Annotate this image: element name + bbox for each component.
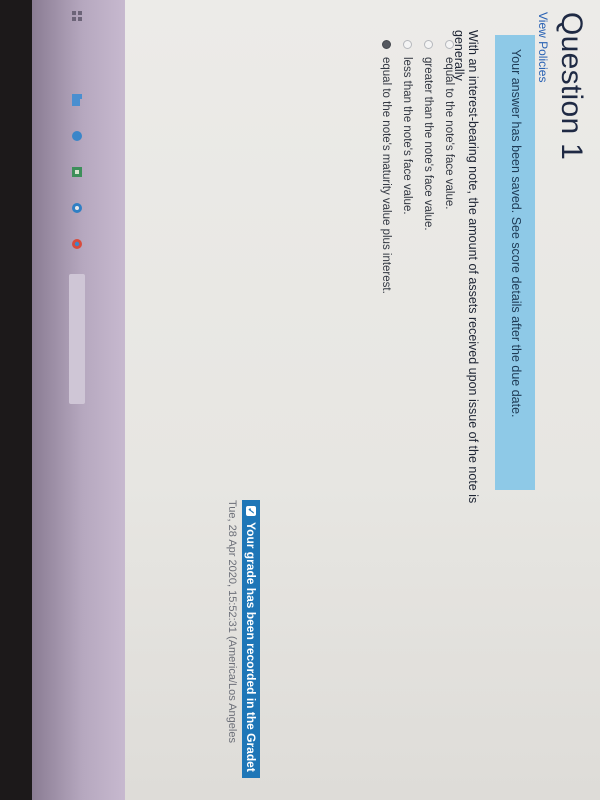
globe-icon[interactable] (71, 130, 83, 142)
radio-icon[interactable] (445, 40, 454, 49)
grade-timestamp: Tue, 28 Apr 2020, 15:52:31 (America/Los … (226, 500, 238, 743)
check-icon: ✓ (246, 506, 257, 516)
option-2[interactable]: greater than the note's face value. (418, 40, 439, 294)
saved-banner: Your answer has been saved. See score de… (495, 35, 535, 490)
page-title: Question 1 (555, 12, 588, 161)
quiz-content: Question 1 View Policies Your answer has… (125, 0, 600, 800)
radio-selected-icon[interactable] (382, 40, 391, 49)
option-label: equal to the note's maturity value plus … (380, 57, 393, 294)
answer-options: equal to the note's face value. greater … (376, 40, 460, 294)
browser-icon[interactable] (71, 202, 83, 214)
radio-icon[interactable] (403, 40, 412, 49)
app-icon[interactable] (71, 166, 83, 178)
option-label: less than the note's face value. (401, 57, 414, 215)
quiz-page: Question 1 View Policies Your answer has… (125, 0, 600, 800)
taskbar-search-bar[interactable] (69, 274, 85, 404)
screen-bezel (0, 0, 32, 800)
option-label: equal to the note's face value. (443, 57, 456, 210)
folder-icon[interactable] (71, 94, 83, 106)
taskbar-icons-layer (32, 0, 125, 800)
option-1[interactable]: equal to the note's face value. (439, 40, 460, 294)
chrome-icon[interactable] (71, 238, 83, 250)
option-4[interactable]: equal to the note's maturity value plus … (376, 40, 397, 294)
grade-recorded-badge: ✓ Your grade has been recorded in the Gr… (242, 500, 260, 778)
option-label: greater than the note's face value. (422, 57, 435, 231)
view-policies-link[interactable]: View Policies (536, 12, 550, 82)
radio-icon[interactable] (424, 40, 433, 49)
grid-icon[interactable] (71, 10, 83, 22)
grade-recorded-text: Your grade has been recorded in the Grad… (244, 522, 258, 772)
option-3[interactable]: less than the note's face value. (397, 40, 418, 294)
